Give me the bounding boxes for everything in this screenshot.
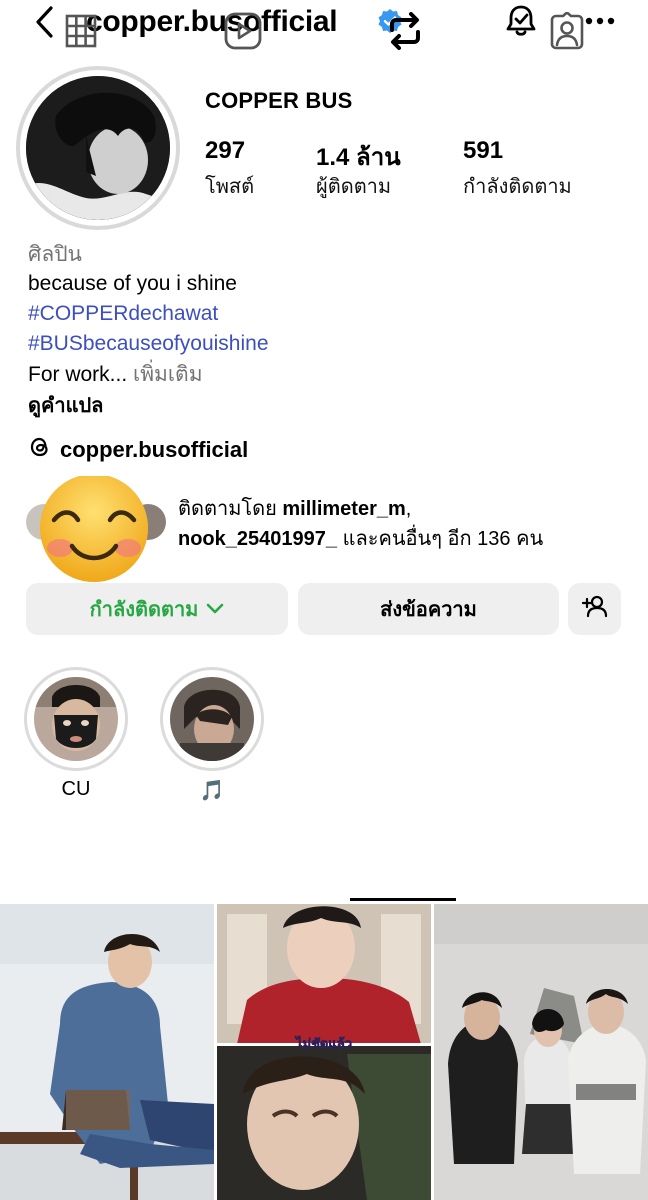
posts-label[interactable]: โพสต์	[205, 170, 254, 202]
bio-hashtag-link[interactable]: #BUSbecauseofyouishine	[28, 329, 269, 359]
threads-handle: copper.busofficial	[60, 437, 249, 462]
following-button-label: กำลังติดตาม	[89, 599, 199, 621]
bio-more-link[interactable]: เพิ่มเติม	[133, 363, 203, 386]
profile-content-tabs	[0, 0, 648, 66]
tagged-icon	[548, 10, 586, 55]
profile-avatar[interactable]	[26, 76, 170, 220]
highlight-label: CU	[61, 778, 91, 800]
tab-reposts[interactable]	[324, 0, 486, 66]
posts-count[interactable]: 297	[205, 137, 245, 165]
see-translation-link[interactable]: ดูคำแปล	[28, 391, 103, 421]
followed-by-prefix: ติดตามโดย	[178, 498, 283, 520]
tab-tagged[interactable]	[486, 0, 648, 66]
chevron-down-icon	[206, 598, 224, 621]
suggest-users-button[interactable]	[568, 583, 621, 635]
bio-more-prefix: For work...	[28, 363, 134, 386]
reels-icon	[224, 12, 262, 55]
highlight-cover-image[interactable]	[170, 677, 254, 761]
message-button[interactable]: ส่งข้อความ	[298, 583, 559, 635]
bio-more-line: For work... เพิ่มเติม	[28, 360, 203, 390]
tab-posts-grid[interactable]	[0, 0, 162, 66]
followed-by-separator: ,	[405, 498, 412, 520]
reel-caption-text: ไม่ชัดแล้ว	[294, 1035, 352, 1051]
reposts-icon	[386, 11, 424, 55]
grid-icon	[65, 14, 97, 53]
add-user-icon	[581, 594, 608, 624]
mutual-followers-avatars[interactable]	[24, 474, 174, 586]
active-tab-indicator	[350, 898, 456, 901]
following-button[interactable]: กำลังติดตาม	[26, 583, 288, 635]
highlight-cover-image[interactable]	[34, 677, 118, 761]
grid-post-thumbnail[interactable]	[434, 904, 648, 1200]
message-button-label: ส่งข้อความ	[380, 599, 477, 621]
profile-category: ศิลปิน	[28, 243, 82, 266]
following-count[interactable]: 591	[463, 137, 503, 165]
threads-icon	[28, 435, 52, 465]
highlight-label: 🎵	[199, 780, 225, 802]
grid-post-thumbnail[interactable]: ไม่ชัดแล้ว	[217, 904, 431, 1200]
mutual-follower-name[interactable]: millimeter_m	[282, 498, 405, 520]
following-label[interactable]: กำลังติดตาม	[463, 170, 572, 202]
mutual-follower-name[interactable]: nook_25401997_	[178, 528, 337, 550]
followed-by-suffix: และคนอื่นๆ อีก 136 คน	[337, 528, 544, 550]
display-name: COPPER BUS	[205, 88, 353, 113]
grid-post-thumbnail[interactable]	[0, 904, 214, 1200]
bio-hashtag-link[interactable]: #COPPERdechawat	[28, 299, 218, 329]
followers-label[interactable]: ผู้ติดตาม	[316, 170, 391, 202]
followed-by-text[interactable]: ติดตามโดย millimeter_m, nook_25401997_ แ…	[178, 494, 628, 554]
tab-reels[interactable]	[162, 0, 324, 66]
threads-link[interactable]: copper.busofficial	[28, 434, 248, 466]
bio-text: because of you i shine	[28, 272, 237, 295]
